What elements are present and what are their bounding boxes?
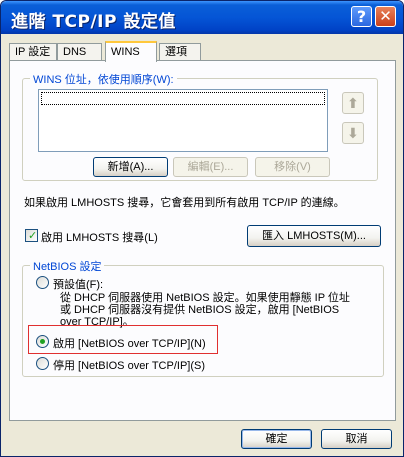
wins-address-list[interactable]	[38, 89, 328, 152]
edit-button[interactable]: 編輯(E)...	[173, 157, 248, 177]
list-focus-rect	[41, 92, 325, 105]
netbios-disable-radio[interactable]	[36, 357, 49, 370]
wins-address-group-label: WINS 位址，依使用順序(W):	[30, 71, 177, 87]
tab-wins[interactable]: WINS	[105, 41, 157, 62]
move-up-button[interactable]: ⬆	[342, 92, 364, 114]
cancel-button[interactable]: 取消	[321, 429, 392, 449]
dialog-title: 進階 TCP/IP 設定值	[11, 12, 176, 32]
add-button[interactable]: 新增(A)...	[93, 157, 168, 177]
import-lmhosts-button[interactable]: 匯入 LMHOSTS(M)...	[247, 225, 381, 247]
remove-button[interactable]: 移除(V)	[255, 157, 330, 177]
netbios-enable-radio[interactable]	[36, 335, 49, 348]
help-button[interactable]: ?	[351, 6, 372, 27]
close-button[interactable]: ✕	[375, 6, 396, 27]
tab-dns[interactable]: DNS	[57, 43, 102, 60]
enable-lmhosts-label[interactable]: 啟用 LMHOSTS 搜尋(L)	[41, 229, 158, 245]
question-mark-icon: ?	[356, 7, 367, 26]
netbios-default-radio[interactable]	[36, 276, 49, 289]
arrow-up-icon: ⬆	[347, 95, 359, 111]
wins-panel: WINS 位址，依使用順序(W): ⬆ ⬇ 新增(A)... 編輯(E)... …	[9, 60, 396, 421]
enable-lmhosts-checkbox[interactable]: ✓	[25, 229, 38, 242]
radio-selected-dot	[40, 339, 45, 344]
move-down-button[interactable]: ⬇	[342, 122, 364, 144]
tab-ip-settings[interactable]: IP 設定	[9, 43, 57, 60]
netbios-group-label: NetBIOS 設定	[30, 258, 105, 274]
checkmark-icon: ✓	[28, 229, 38, 242]
arrow-down-icon: ⬇	[347, 125, 359, 141]
tab-options[interactable]: 選項	[159, 43, 201, 60]
ok-button[interactable]: 確定	[241, 429, 312, 449]
netbios-enable-label[interactable]: 啟用 [NetBIOS over TCP/IP](N)	[53, 335, 206, 351]
lmhosts-note: 如果啟用 LMHOSTS 搜尋，它會套用到所有啟用 TCP/IP 的連線。	[24, 197, 345, 209]
close-icon: ✕	[379, 7, 392, 25]
netbios-disable-label[interactable]: 停用 [NetBIOS over TCP/IP](S)	[53, 357, 205, 373]
title-bar[interactable]: 進階 TCP/IP 設定值 ? ✕	[1, 1, 403, 34]
advanced-tcpip-dialog: 進階 TCP/IP 設定值 ? ✕ IP 設定 DNS WINS 選項 WINS…	[0, 0, 404, 457]
